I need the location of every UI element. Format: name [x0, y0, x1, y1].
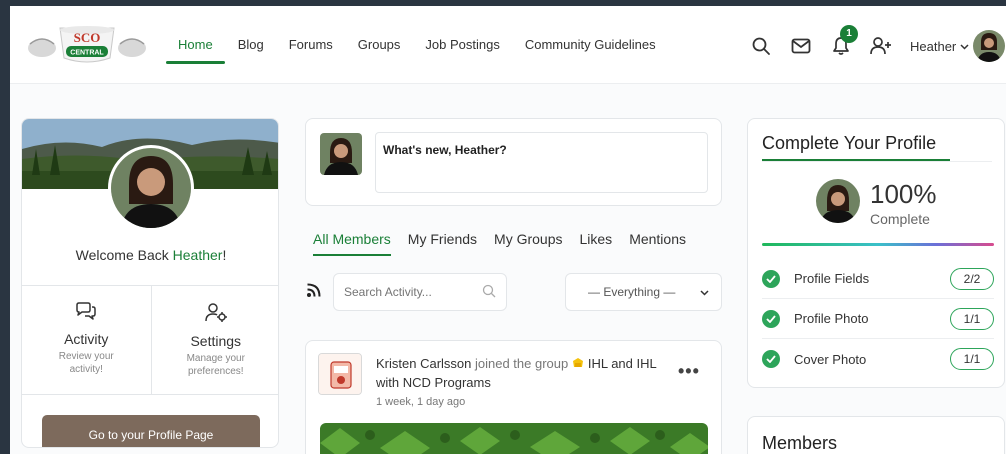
profile-photo-label: Profile Photo [794, 311, 869, 326]
settings-subtitle: Manage your preferences! [186, 353, 245, 377]
title-rule [762, 161, 992, 162]
group-avatar[interactable] [318, 353, 362, 395]
nav-forums[interactable]: Forums [289, 6, 333, 84]
activity-subtitle: Review your activity! [58, 351, 114, 375]
activity-link[interactable]: Activity Review your activity! [22, 286, 152, 394]
activity-time[interactable]: 1 week, 1 day ago [376, 393, 666, 411]
check-icon [762, 350, 780, 368]
complete-profile-card: Complete Your Profile 100% Complete Prof… [747, 118, 1005, 388]
nav-community-guidelines[interactable]: Community Guidelines [525, 6, 656, 84]
quick-links: Activity Review your activity! Settings … [22, 285, 279, 395]
cover-photo-count: 1/1 [950, 348, 994, 370]
activity-filter-value: — Everything — [588, 285, 676, 299]
nav-job-postings[interactable]: Job Postings [425, 6, 499, 84]
welcome-prefix: Welcome Back [75, 247, 173, 263]
profile-completion-avatar [816, 179, 860, 223]
cover-photo-row[interactable]: Cover Photo 1/1 [762, 339, 994, 379]
group-cover-image[interactable] [320, 423, 708, 454]
activity-actor[interactable]: Kristen Carlsson [376, 356, 471, 371]
activity-action: joined the group [471, 356, 572, 371]
members-title: Members [762, 433, 838, 453]
site-logo[interactable]: SCO CENTRAL [24, 20, 150, 68]
top-navigation-bar: SCO CENTRAL Home Blog Forums Groups Job … [10, 6, 1006, 84]
members-card: Members [747, 416, 1005, 454]
tab-my-friends[interactable]: My Friends [408, 218, 477, 260]
rss-feed-icon[interactable] [306, 282, 322, 298]
profile-fields-row[interactable]: Profile Fields 2/2 [762, 259, 994, 299]
notifications-bell-icon[interactable]: 1 [828, 25, 858, 59]
chevron-down-icon[interactable] [960, 37, 969, 55]
whats-new-input[interactable]: What's new, Heather? [375, 132, 708, 193]
logo-text-top: SCO [74, 30, 101, 45]
post-composer: What's new, Heather? [305, 118, 722, 206]
completion-percent: 100% [870, 179, 937, 209]
tab-all-members[interactable]: All Members [313, 218, 391, 260]
check-icon [762, 309, 780, 328]
notification-badge: 1 [840, 25, 858, 43]
user-menu-name[interactable]: Heather [910, 39, 956, 54]
tab-likes[interactable]: Likes [580, 218, 613, 260]
search-icon[interactable] [748, 33, 774, 59]
user-avatar[interactable] [973, 30, 1006, 62]
activity-tabs: All Members My Friends My Groups Likes M… [305, 218, 722, 260]
profile-photo-count: 1/1 [950, 307, 994, 330]
completion-label: Complete [870, 211, 930, 227]
welcome-suffix: ! [222, 247, 227, 263]
more-options-icon[interactable]: ••• [678, 361, 700, 382]
tab-mentions[interactable]: Mentions [629, 218, 686, 260]
profile-fields-label: Profile Fields [794, 271, 870, 286]
activity-text: Kristen Carlsson joined the group IHL an… [376, 355, 666, 411]
chevron-down-icon [700, 285, 709, 299]
composer-avatar [320, 133, 362, 175]
group-emoji-icon [572, 356, 584, 374]
tab-my-groups[interactable]: My Groups [494, 218, 562, 260]
check-icon [762, 269, 780, 288]
main-nav: Home Blog Forums Groups Job Postings Com… [166, 6, 681, 84]
header-actions: 1 Heather [748, 25, 1006, 62]
settings-title: Settings [190, 333, 242, 349]
completion-progress-bar [762, 243, 994, 246]
nav-groups[interactable]: Groups [358, 6, 401, 84]
title-underline [762, 159, 950, 161]
welcome-name[interactable]: Heather [173, 247, 223, 263]
nav-blog[interactable]: Blog [238, 6, 264, 84]
profile-fields-count: 2/2 [950, 267, 994, 290]
cover-photo-label: Cover Photo [794, 351, 867, 367]
settings-link[interactable]: Settings Manage your preferences! [152, 286, 279, 394]
complete-profile-title: Complete Your Profile [762, 133, 937, 153]
add-friend-icon[interactable] [868, 33, 894, 59]
welcome-message: Welcome Back Heather! [22, 247, 278, 263]
logo-text-bottom: CENTRAL [70, 50, 104, 57]
mail-icon[interactable] [788, 33, 814, 59]
user-settings-icon [204, 303, 228, 326]
app-window: SCO CENTRAL Home Blog Forums Groups Job … [10, 6, 1006, 454]
activity-title: Activity [64, 331, 109, 347]
search-activity-input[interactable] [344, 285, 474, 299]
profile-picture[interactable] [108, 145, 194, 231]
search-icon[interactable] [482, 284, 496, 301]
chat-bubbles-icon [75, 302, 97, 324]
profile-page-button[interactable]: Go to your Profile Page [42, 415, 260, 447]
profile-photo-row[interactable]: Profile Photo 1/1 [762, 299, 994, 339]
activity-item: Kristen Carlsson joined the group IHL an… [305, 340, 722, 454]
activity-filter-select[interactable]: — Everything — [565, 273, 722, 311]
nav-home[interactable]: Home [166, 6, 225, 84]
search-activity-field[interactable] [333, 273, 507, 311]
welcome-card: Welcome Back Heather! Activity Review yo… [21, 118, 279, 448]
